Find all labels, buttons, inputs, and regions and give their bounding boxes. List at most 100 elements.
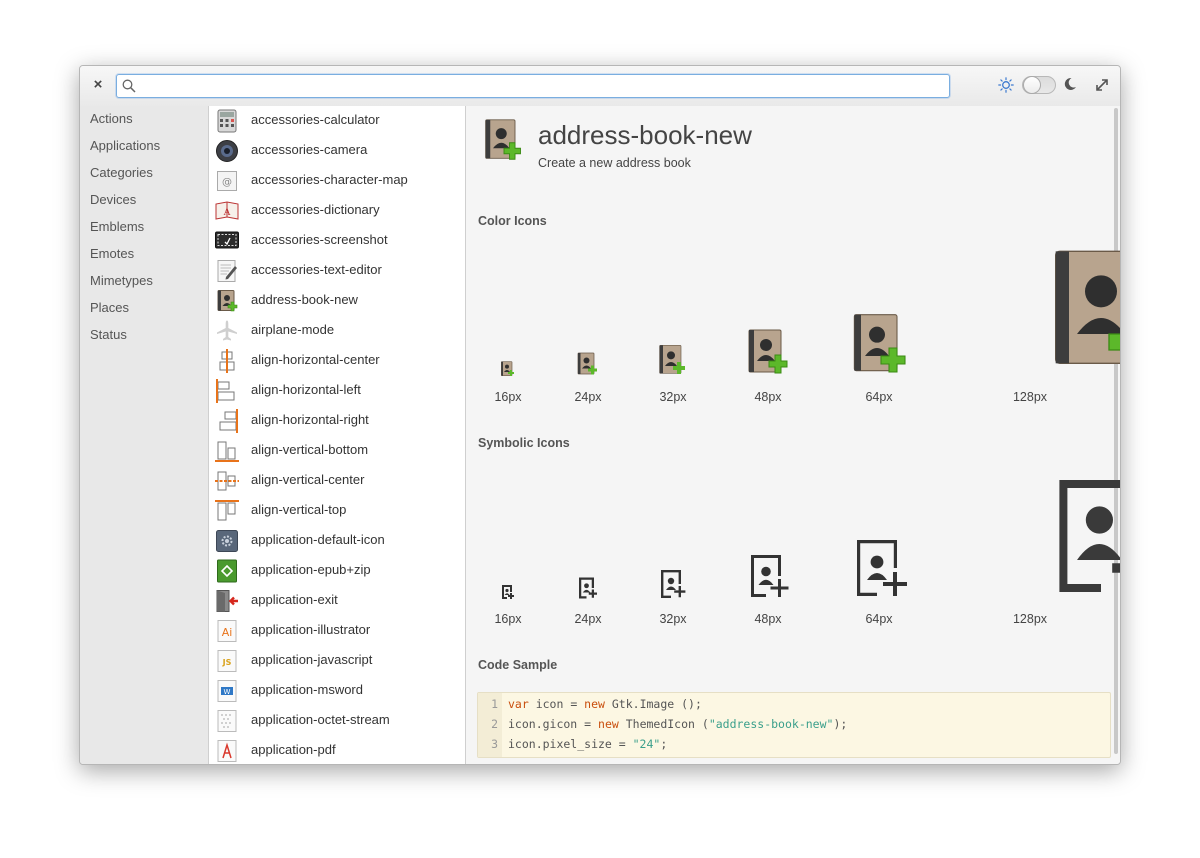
icon-name: align-vertical-center: [251, 472, 365, 487]
icon-detail-pane: address-book-new Create a new address bo…: [466, 106, 1120, 764]
icon-list-item[interactable]: accessories-camera: [209, 136, 465, 166]
msword-icon: W: [217, 680, 237, 702]
svg-text:A: A: [223, 208, 231, 218]
dictionary-icon: A: [215, 201, 239, 220]
text-editor-icon: [217, 260, 237, 282]
address-book-symbolic-48-icon: [751, 555, 789, 597]
dark-mode-switch[interactable]: [1022, 76, 1056, 94]
icon-name: application-illustrator: [251, 622, 371, 637]
category-applications[interactable]: Applications: [80, 133, 208, 160]
icon-name: accessories-screenshot: [251, 232, 388, 247]
size-label: 128px: [1012, 612, 1048, 626]
icon-list-item[interactable]: address-book-new: [209, 286, 465, 316]
icon-title: address-book-new: [538, 120, 752, 150]
category-devices[interactable]: Devices: [80, 187, 208, 214]
icon-list: accessories-calculator accessories-camer…: [209, 106, 466, 764]
icon-list-item[interactable]: W application-msword: [209, 676, 465, 706]
character-map-icon: @: [217, 171, 237, 191]
screenshot-icon: [215, 231, 239, 249]
code-text: );: [833, 717, 848, 731]
size-label: 16px: [494, 390, 522, 404]
header-bar: ×: [80, 66, 1120, 107]
fullscreen-icon[interactable]: [1095, 78, 1109, 92]
icon-list-item[interactable]: align-vertical-bottom: [209, 436, 465, 466]
align-vertical-top-icon: [215, 500, 239, 521]
code-line: icon.gicon = new ThemedIcon ("address-bo…: [508, 717, 847, 731]
camera-icon: [216, 140, 238, 162]
size-label: 64px: [865, 390, 893, 404]
icon-list-item[interactable]: align-vertical-center: [209, 466, 465, 496]
address-book-32-icon: [659, 345, 685, 374]
icon-list-item[interactable]: airplane-mode: [209, 316, 465, 346]
category-status[interactable]: Status: [80, 322, 208, 349]
icon-list-item[interactable]: accessories-text-editor: [209, 256, 465, 286]
code-text: Gtk.Image ();: [604, 697, 702, 711]
icon-list-item[interactable]: application-octet-stream: [209, 706, 465, 736]
icon-list-item[interactable]: application-epub+zip: [209, 556, 465, 586]
address-book-icon: [217, 290, 238, 312]
address-book-symbolic-128-icon: [1059, 480, 1120, 592]
align-vertical-center-icon: [215, 471, 239, 491]
search-field[interactable]: [116, 74, 950, 98]
align-vertical-bottom-icon: [215, 441, 239, 462]
icon-name: application-epub+zip: [251, 562, 371, 577]
icon-list-item[interactable]: @ accessories-character-map: [209, 166, 465, 196]
align-horizontal-right-icon: [219, 409, 238, 433]
align-horizontal-left-icon: [216, 379, 235, 403]
address-book-icon: [485, 119, 521, 160]
category-emotes[interactable]: Emotes: [80, 241, 208, 268]
address-book-48-icon: [748, 329, 788, 374]
icon-list-item[interactable]: A accessories-dictionary: [209, 196, 465, 226]
size-label: 24px: [574, 390, 602, 404]
icon-list-item[interactable]: align-horizontal-right: [209, 406, 465, 436]
icon-list-item[interactable]: application-default-icon: [209, 526, 465, 556]
icon-list-item[interactable]: application-exit: [209, 586, 465, 616]
icon-name: accessories-camera: [251, 142, 368, 157]
category-actions[interactable]: Actions: [80, 106, 208, 133]
icon-name: align-horizontal-center: [251, 352, 380, 367]
size-label: 128px: [1012, 390, 1048, 404]
category-sidebar: Actions Applications Categories Devices …: [80, 106, 209, 764]
close-button[interactable]: ×: [90, 77, 106, 93]
icon-list-item[interactable]: align-vertical-top: [209, 496, 465, 526]
category-emblems[interactable]: Emblems: [80, 214, 208, 241]
search-input[interactable]: [141, 77, 945, 97]
icon-list-item[interactable]: align-horizontal-center: [209, 346, 465, 376]
icon-name: accessories-text-editor: [251, 262, 382, 277]
category-places[interactable]: Places: [80, 295, 208, 322]
code-text: icon =: [528, 697, 585, 711]
icon-list-item[interactable]: Ai application-illustrator: [209, 616, 465, 646]
address-book-128-icon: [1055, 250, 1120, 364]
svg-text:Ai: Ai: [222, 626, 233, 639]
moon-icon[interactable]: [1063, 77, 1077, 91]
icon-list-item[interactable]: JS application-javascript: [209, 646, 465, 676]
icon-list-item[interactable]: align-horizontal-left: [209, 376, 465, 406]
icon-list-item[interactable]: application-pdf: [209, 736, 465, 764]
icon-list-item[interactable]: accessories-screenshot: [209, 226, 465, 256]
icon-description: Create a new address book: [538, 156, 691, 170]
icon-name: application-javascript: [251, 652, 373, 667]
icon-list-item[interactable]: accessories-calculator: [209, 106, 465, 136]
category-categories[interactable]: Categories: [80, 160, 208, 187]
sun-icon[interactable]: [998, 77, 1014, 93]
code-sample-block[interactable]: 1 2 3 var icon = new Gtk.Image (); icon.…: [477, 692, 1111, 758]
icon-name: align-vertical-top: [251, 502, 347, 517]
epub-icon: [217, 559, 237, 583]
size-label: 32px: [659, 612, 687, 626]
icon-name: align-horizontal-left: [251, 382, 361, 397]
icon-name: application-default-icon: [251, 532, 385, 547]
icon-name: accessories-character-map: [251, 172, 408, 187]
size-label: 16px: [494, 612, 522, 626]
address-book-64-icon: [853, 314, 906, 373]
address-book-symbolic-64-icon: [857, 540, 907, 596]
airplane-icon: [217, 320, 237, 341]
icon-name: align-vertical-bottom: [251, 442, 369, 457]
address-book-16-icon: [501, 361, 514, 376]
address-book-symbolic-32-icon: [661, 570, 686, 598]
scrollbar[interactable]: [1114, 108, 1118, 754]
category-mimetypes[interactable]: Mimetypes: [80, 268, 208, 295]
code-text: ThemedIcon (: [618, 717, 709, 731]
code-line: icon.pixel_size = "24";: [508, 737, 667, 751]
line-number: 3: [491, 737, 498, 751]
size-label: 32px: [659, 390, 687, 404]
